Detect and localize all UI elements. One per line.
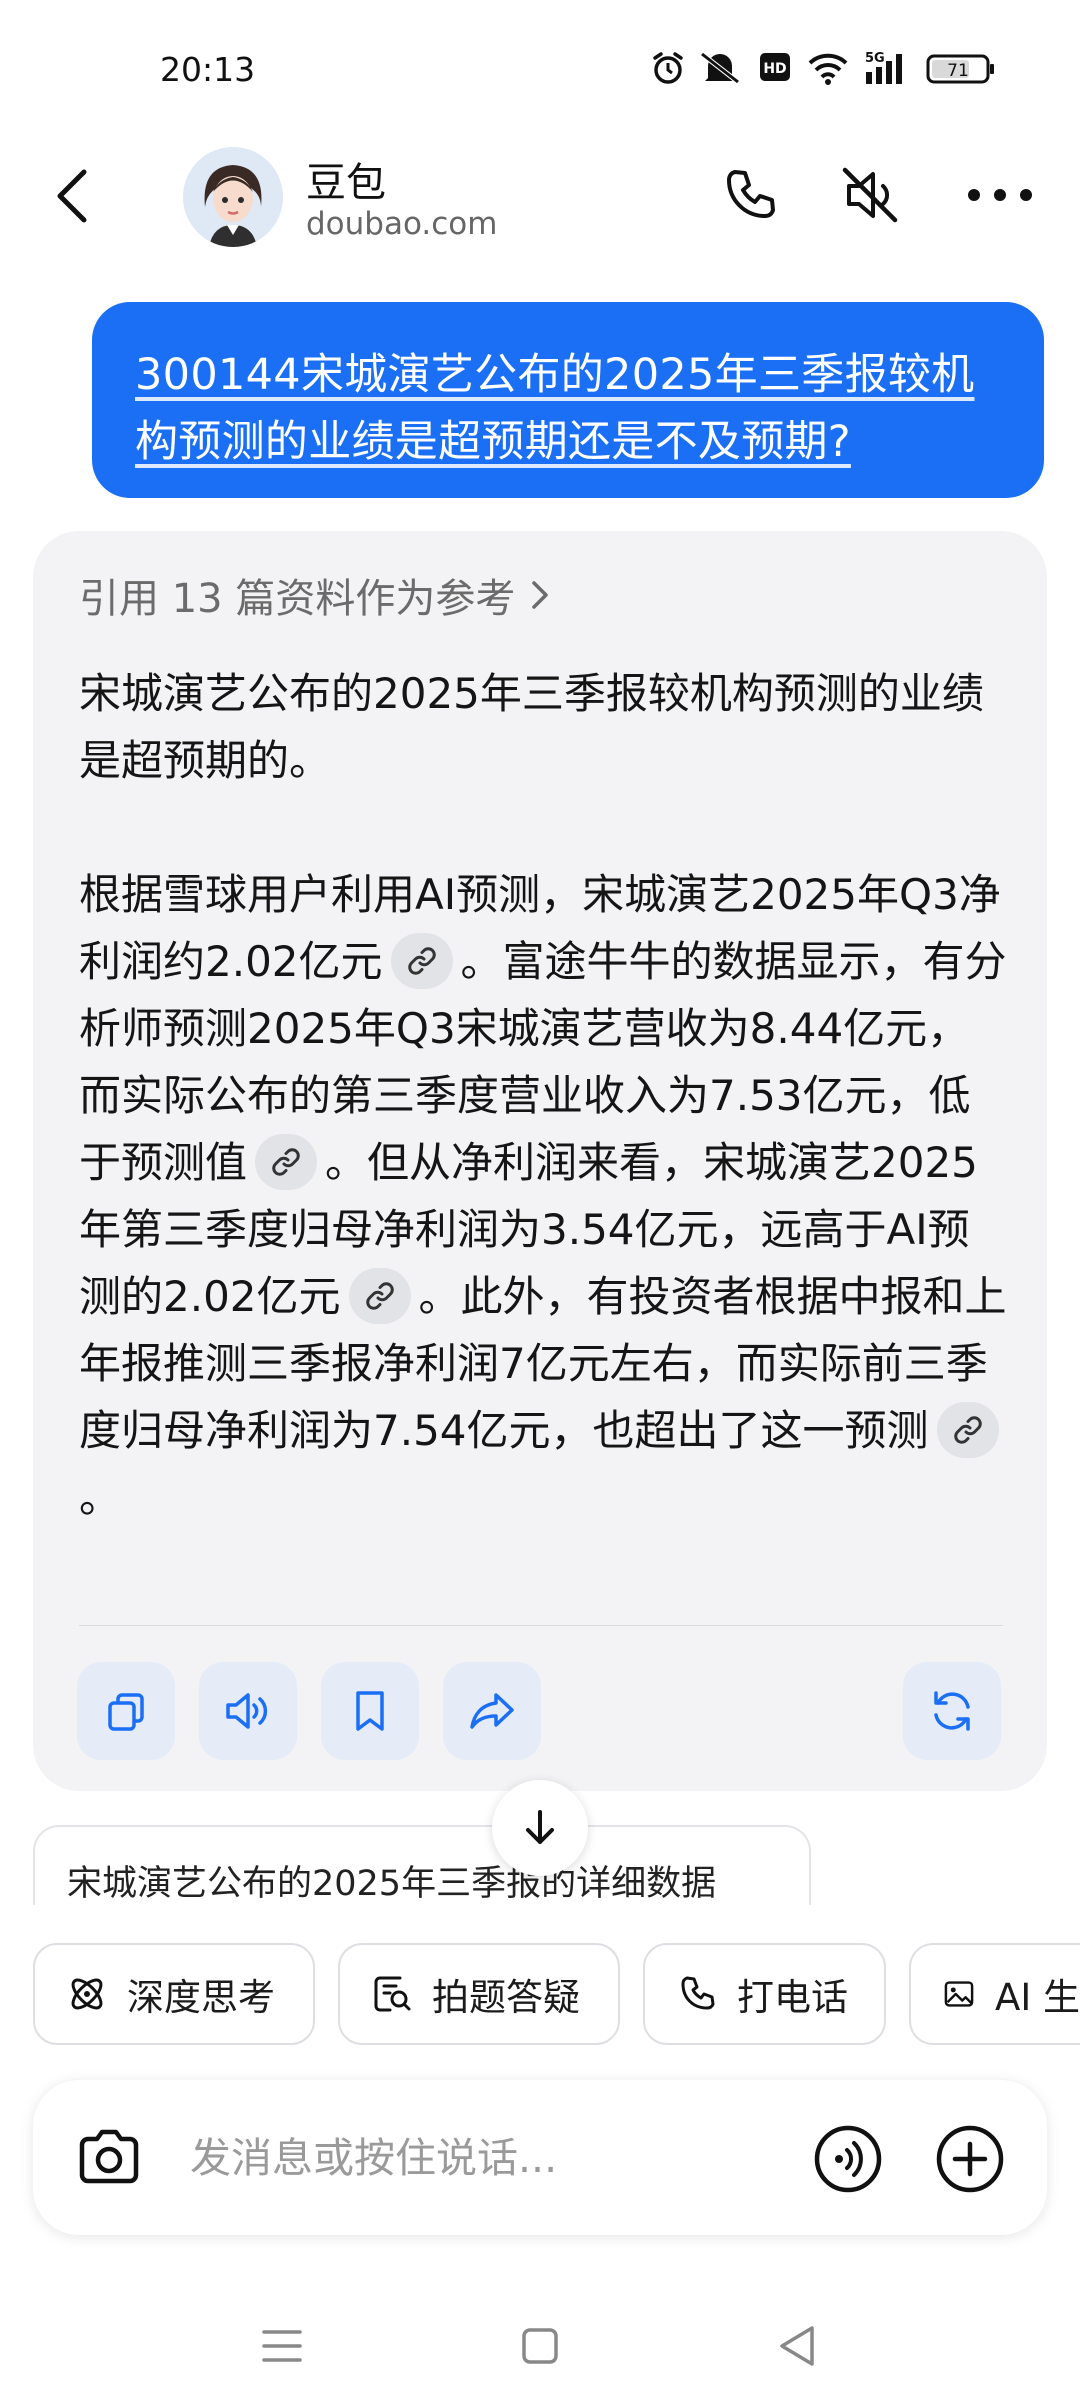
chip-label: 深度思考 bbox=[127, 1976, 275, 2019]
call-button[interactable] bbox=[715, 160, 785, 230]
svg-text:HD: HD bbox=[763, 61, 786, 77]
suggested-question-text: 宋城演艺公布的2025年三季报的详细数据 bbox=[67, 1864, 717, 1904]
scroll-to-bottom-button[interactable] bbox=[492, 1780, 588, 1876]
back-triangle-icon bbox=[780, 2326, 814, 2366]
bookmark-button[interactable] bbox=[321, 1662, 419, 1760]
phone-icon bbox=[727, 170, 775, 218]
chip-deep-think[interactable]: 深度思考 bbox=[33, 1943, 315, 2045]
camera-button[interactable] bbox=[74, 2125, 144, 2191]
citation-link[interactable] bbox=[348, 1267, 411, 1324]
network-type: 5G bbox=[865, 51, 885, 66]
suggested-question[interactable]: 宋城演艺公布的2025年三季报的详细数据 bbox=[33, 1825, 811, 1905]
wifi-icon bbox=[806, 50, 850, 86]
speaker-mute-button[interactable] bbox=[835, 160, 905, 230]
add-button[interactable] bbox=[935, 2124, 1005, 2194]
camera-icon bbox=[79, 2129, 139, 2184]
bot-name: 豆包 bbox=[306, 160, 386, 206]
read-aloud-icon bbox=[226, 1693, 268, 1729]
citation-link[interactable] bbox=[936, 1401, 999, 1458]
copy-icon bbox=[108, 1693, 144, 1731]
more-icon bbox=[968, 189, 1032, 201]
nav-menu-button[interactable] bbox=[254, 2318, 310, 2374]
regenerate-icon bbox=[934, 1691, 970, 1731]
chip-ai-image[interactable]: AI 生 bbox=[909, 1943, 1080, 2045]
link-icon bbox=[365, 1281, 394, 1310]
chevron-right-icon bbox=[532, 581, 549, 609]
user-message-text[interactable]: 300144宋城演艺公布的2025年三季报较机构预测的业绩是超预期还是不及预期? bbox=[135, 350, 974, 467]
voice-wave-icon bbox=[814, 2125, 882, 2193]
home-square-icon bbox=[522, 2328, 558, 2364]
chip-photo-question[interactable]: 拍题答疑 bbox=[338, 1943, 620, 2045]
copy-button[interactable] bbox=[77, 1662, 175, 1760]
back-button[interactable] bbox=[40, 160, 104, 232]
read-aloud-button[interactable] bbox=[199, 1662, 297, 1760]
signal-icon: 5G bbox=[864, 50, 914, 86]
link-icon bbox=[953, 1415, 982, 1444]
voice-button[interactable] bbox=[813, 2124, 883, 2194]
regenerate-button[interactable] bbox=[903, 1662, 1001, 1760]
link-icon bbox=[272, 1147, 300, 1176]
menu-icon bbox=[262, 2330, 302, 2362]
atom-icon bbox=[71, 1978, 103, 2010]
answer-segment: 。 bbox=[79, 1473, 122, 1522]
chip-phone-call[interactable]: 打电话 bbox=[643, 1943, 886, 2045]
chevron-left-icon bbox=[57, 169, 87, 223]
battery-icon: 71 bbox=[926, 50, 996, 86]
nav-back-button[interactable] bbox=[770, 2318, 826, 2374]
status-time: 20:13 bbox=[160, 50, 256, 89]
share-button[interactable] bbox=[443, 1662, 541, 1760]
answer-summary: 宋城演艺公布的2025年三季报较机构预测的业绩是超预期的。 bbox=[79, 669, 984, 785]
answer-detail: 根据雪球用户利用AI预测，宋城演艺2025年Q3净利润约2.02亿元 。富途牛牛的… bbox=[79, 861, 1009, 1531]
divider bbox=[79, 1625, 1003, 1626]
share-icon bbox=[470, 1693, 514, 1729]
chip-label: 打电话 bbox=[737, 1976, 848, 2019]
link-icon bbox=[407, 946, 436, 975]
hd-icon: HD bbox=[758, 50, 792, 84]
message-input[interactable] bbox=[190, 2125, 790, 2191]
photo-search-icon bbox=[374, 1976, 411, 2012]
bot-domain: doubao.com bbox=[306, 206, 498, 242]
chip-label: 拍题答疑 bbox=[432, 1976, 580, 2019]
phone-icon bbox=[681, 1976, 715, 2010]
more-button[interactable] bbox=[960, 160, 1040, 230]
user-message-bubble[interactable]: 300144宋城演艺公布的2025年三季报较机构预测的业绩是超预期还是不及预期? bbox=[92, 302, 1044, 498]
image-icon bbox=[944, 1981, 974, 2007]
chip-label: AI 生 bbox=[995, 1976, 1080, 2019]
alarm-icon bbox=[650, 50, 686, 86]
arrow-down-icon bbox=[526, 1810, 554, 1844]
speaker-off-icon bbox=[842, 167, 898, 223]
answer-body: 宋城演艺公布的2025年三季报较机构预测的业绩是超预期的。 根据雪球用户利用AI… bbox=[79, 660, 1009, 1531]
citation-link[interactable] bbox=[390, 932, 453, 989]
battery-level: 71 bbox=[947, 61, 969, 81]
references-link[interactable]: 引用 13 篇资料作为参考 bbox=[79, 566, 551, 624]
citation-link[interactable] bbox=[255, 1133, 318, 1190]
avatar[interactable] bbox=[183, 147, 283, 247]
references-label: 引用 13 篇资料作为参考 bbox=[79, 576, 516, 622]
mute-icon bbox=[698, 50, 742, 86]
plus-icon bbox=[936, 2125, 1004, 2193]
nav-home-button[interactable] bbox=[512, 2318, 568, 2374]
bookmark-icon bbox=[356, 1691, 384, 1731]
